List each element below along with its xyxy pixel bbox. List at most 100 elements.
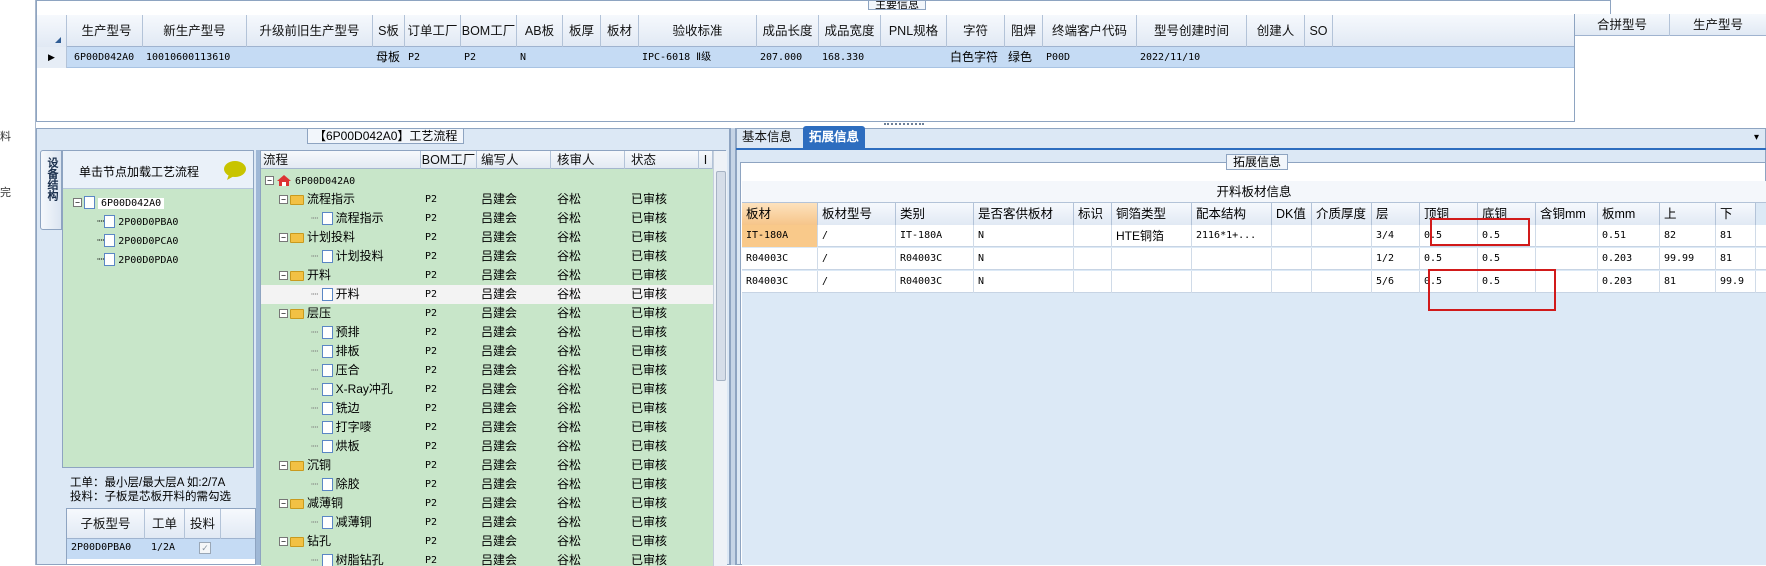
node-icon	[84, 196, 95, 210]
sub-board-header-cell[interactable]: 工单	[145, 509, 185, 539]
collapse-icon[interactable]: −	[279, 233, 288, 243]
flow-header-cell[interactable]: 核审人	[551, 151, 625, 169]
dropdown-icon[interactable]: ▾	[1754, 132, 1759, 143]
flow-row[interactable]: − 钻孔 P2 吕建会 谷松 已审核	[261, 532, 713, 551]
flow-row[interactable]: ┈ 计划投料 P2 吕建会 谷松 已审核	[261, 247, 713, 266]
cut-material-header-cell[interactable]: DK值	[1272, 203, 1312, 225]
cut-material-cell: 0.5	[1478, 248, 1536, 270]
tab-extended-info[interactable]: 拓展信息	[803, 126, 866, 148]
cut-material-row[interactable]: IT-180A / IT-180A N HTE铜箔 2116*1+... 3/4 0.5 0.5…	[742, 225, 1766, 247]
cut-material-header-cell[interactable]: 板mm	[1598, 203, 1660, 225]
collapse-icon[interactable]: −	[279, 309, 288, 319]
sub-board-row[interactable]: 2P00D0PBA0 1/2A ✓	[67, 539, 255, 559]
main-info-header-cell[interactable]: 订单工厂	[405, 15, 461, 47]
main-info-header-cell[interactable]: 新生产型号	[143, 15, 247, 47]
main-info-selected-row[interactable]: 6P00D042A0 10010600113610 母板 P2 P2 N IPC-6018 …	[37, 47, 1610, 68]
flow-row[interactable]: ┈ 减薄铜 P2 吕建会 谷松 已审核	[261, 513, 713, 532]
flow-row[interactable]: ┈ X-Ray冲孔 P2 吕建会 谷松 已审核	[261, 380, 713, 399]
collapse-icon[interactable]: −	[279, 461, 288, 471]
flow-row[interactable]: − 开料 P2 吕建会 谷松 已审核	[261, 266, 713, 285]
tab-basic-info[interactable]: 基本信息	[736, 126, 798, 148]
main-info-header-cell[interactable]: SO	[1305, 15, 1333, 47]
cut-material-header-cell[interactable]: 下	[1716, 203, 1756, 225]
collapse-icon[interactable]: −	[279, 499, 288, 509]
collapse-icon[interactable]: −	[73, 198, 82, 208]
cut-material-header-cell[interactable]: 含铜mm	[1536, 203, 1598, 225]
cut-material-header-cell[interactable]: 配本结构	[1192, 203, 1272, 225]
cut-material-header-cell[interactable]: 类别	[896, 203, 974, 225]
device-tree-root[interactable]: − 6P00D042A0	[73, 193, 263, 212]
cut-material-header-cell[interactable]: 介质厚度	[1312, 203, 1372, 225]
flow-row[interactable]: − 流程指示 P2 吕建会 谷松 已审核	[261, 190, 713, 209]
flow-header-cell[interactable]: 状态	[625, 151, 699, 169]
main-info-header-cell[interactable]: 字符	[947, 15, 1005, 47]
flow-row[interactable]: − 计划投料 P2 吕建会 谷松 已审核	[261, 228, 713, 247]
main-info-header-cell[interactable]: 创建人	[1247, 15, 1305, 47]
cut-material-header-cell[interactable]: 是否客供板材	[974, 203, 1074, 225]
flow-row[interactable]: ┈ 烘板 P2 吕建会 谷松 已审核	[261, 437, 713, 456]
main-info-cell: P2	[408, 52, 421, 63]
cut-material-header-cell[interactable]: 板材型号	[818, 203, 896, 225]
flow-header-cell[interactable]: BOM工厂	[421, 151, 477, 169]
cut-material-row[interactable]: R04003C / R04003C N 1/2 0.5 0.5 0.203 99.99 81	[742, 248, 1766, 270]
flow-header-cell[interactable]: I	[699, 151, 713, 169]
main-info-header-cell[interactable]: 生产型号	[71, 15, 143, 47]
collapse-icon[interactable]: −	[265, 176, 274, 186]
main-info-header-cell[interactable]: AB板	[517, 15, 563, 47]
main-info-header-cell[interactable]: 验收标准	[639, 15, 757, 47]
main-info-header-cell[interactable]: 成品宽度	[819, 15, 881, 47]
sub-board-header-cell[interactable]: 投料	[185, 509, 221, 539]
flow-status: 已审核	[631, 439, 668, 453]
cut-material-cell: N	[974, 248, 1074, 270]
flow-row[interactable]: ┈ 树脂钻孔 P2 吕建会 谷松 已审核	[261, 551, 713, 566]
main-info-header-cell[interactable]: 板厚	[563, 15, 601, 47]
flow-row[interactable]: ┈ 打字嘜 P2 吕建会 谷松 已审核	[261, 418, 713, 437]
main-info-header-cell[interactable]: 阻焊	[1005, 15, 1043, 47]
flow-header-cell[interactable]: 编写人	[477, 151, 551, 169]
flow-row[interactable]: ┈ 除胶 P2 吕建会 谷松 已审核	[261, 475, 713, 494]
flow-row[interactable]: ┈ 铣边 P2 吕建会 谷松 已审核	[261, 399, 713, 418]
cut-material-header-cell[interactable]: 铜箔类型	[1112, 203, 1192, 225]
side-tab-device-structure[interactable]: 设备结构	[40, 150, 62, 230]
flow-scrollbar[interactable]	[713, 151, 727, 566]
flow-row[interactable]: ┈ 排板 P2 吕建会 谷松 已审核	[261, 342, 713, 361]
flow-row[interactable]: ┈ 流程指示 P2 吕建会 谷松 已审核	[261, 209, 713, 228]
load-hint-bar[interactable]: 单击节点加载工艺流程	[63, 151, 253, 189]
cut-material-header-cell[interactable]: 板材	[742, 203, 818, 225]
flow-row[interactable]: − 沉铜 P2 吕建会 谷松 已审核	[261, 456, 713, 475]
main-info-header-cell[interactable]: 成品长度	[757, 15, 819, 47]
flow-step-label: X-Ray冲孔	[335, 382, 393, 396]
main-info-header-cell[interactable]: 型号创建时间	[1137, 15, 1247, 47]
flow-row[interactable]: − 减薄铜 P2 吕建会 谷松 已审核	[261, 494, 713, 513]
merge-header-cell[interactable]: 合拼型号	[1575, 14, 1670, 36]
flow-row[interactable]: ┈ 压合 P2 吕建会 谷松 已审核	[261, 361, 713, 380]
cut-material-cell: 81	[1716, 248, 1756, 270]
cut-material-header-cell[interactable]: 标识	[1074, 203, 1112, 225]
main-info-cell: N	[520, 52, 527, 63]
collapse-icon[interactable]: −	[279, 195, 288, 205]
flow-reviewer: 谷松	[557, 553, 582, 566]
flow-row[interactable]: ┈ 开料 P2 吕建会 谷松 已审核	[261, 285, 713, 304]
flow-root[interactable]: − 6P00D042A0	[265, 171, 713, 190]
cut-material-header-cell[interactable]: 层	[1372, 203, 1420, 225]
main-info-header-cell[interactable]: 升级前旧生产型号	[247, 15, 373, 47]
scroll-thumb[interactable]	[716, 171, 726, 381]
flow-row[interactable]: ┈ 预排 P2 吕建会 谷松 已审核	[261, 323, 713, 342]
collapse-icon[interactable]: −	[279, 537, 288, 547]
checkbox-icon[interactable]: ✓	[199, 542, 211, 554]
flow-status: 已审核	[631, 553, 668, 566]
flow-header-cell[interactable]: 流程	[261, 151, 421, 169]
flow-step: ┈ 树脂钻孔	[311, 551, 384, 566]
main-info-header-cell[interactable]: S板	[373, 15, 405, 47]
cut-material-header-cell[interactable]: 上	[1660, 203, 1716, 225]
main-info-header-cell[interactable]: 板材	[601, 15, 639, 47]
sub-board-header-cell[interactable]: 子板型号	[67, 509, 145, 539]
flow-row[interactable]: − 层压 P2 吕建会 谷松 已审核	[261, 304, 713, 323]
splitter-grip[interactable]	[884, 123, 924, 126]
merge-header-cell[interactable]: 生产型号	[1670, 14, 1766, 36]
collapse-icon[interactable]: −	[279, 271, 288, 281]
main-info-header-cell[interactable]: BOM工厂	[461, 15, 517, 47]
main-info-header-cell[interactable]: PNL规格	[881, 15, 947, 47]
main-info-header-cell[interactable]: 终端客户代码	[1043, 15, 1137, 47]
cut-material-row[interactable]: R04003C / R04003C N 5/6 0.5 0.5 0.203 81 99.9	[742, 271, 1766, 293]
